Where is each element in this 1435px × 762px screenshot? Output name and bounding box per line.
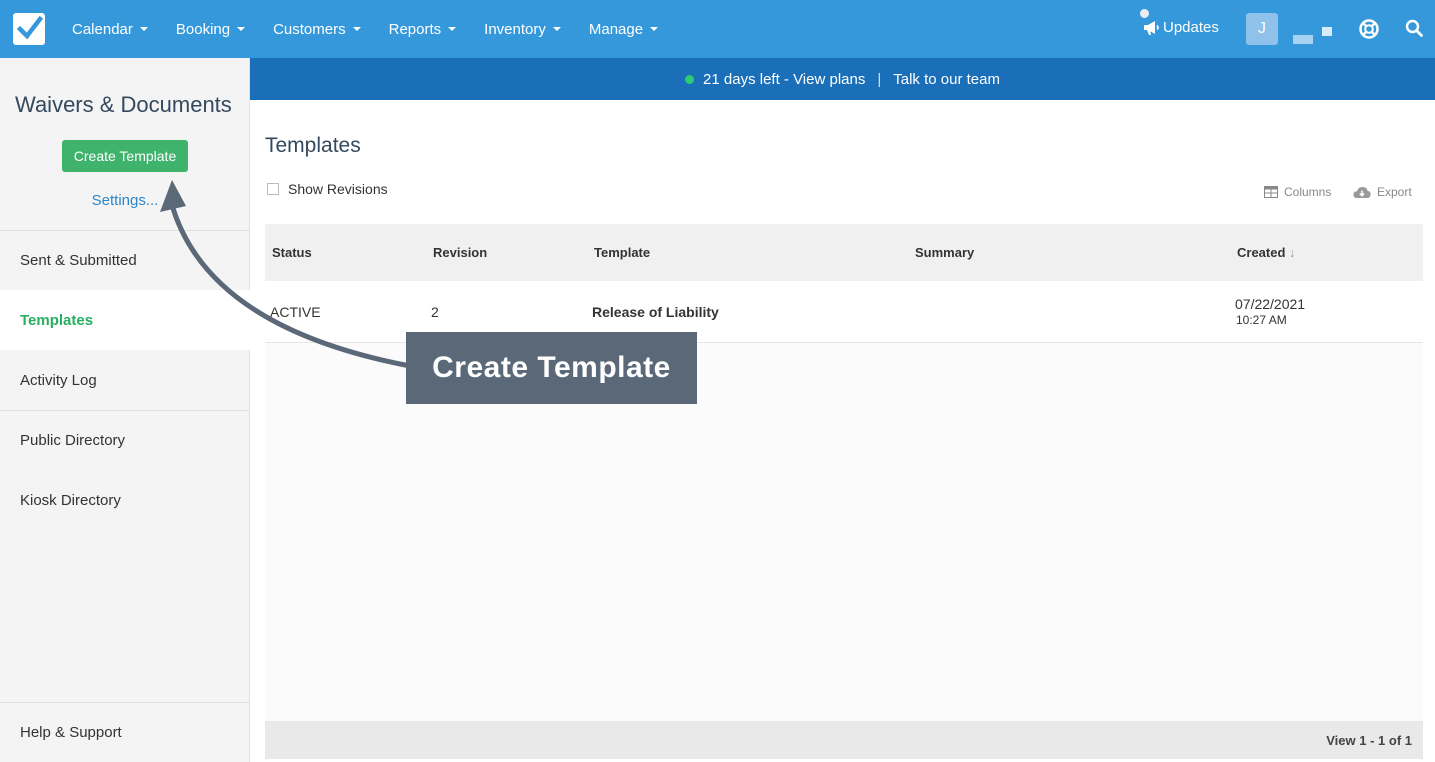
- table-footer: View 1 - 1 of 1: [265, 721, 1423, 759]
- nav-manage[interactable]: Manage: [588, 20, 659, 38]
- settings-link[interactable]: Settings...: [0, 192, 250, 209]
- column-header-created[interactable]: Created ↓: [1237, 245, 1296, 260]
- columns-label: Columns: [1284, 185, 1332, 199]
- cell-created-time: 10:27 AM: [1236, 313, 1287, 327]
- table-header: Status Revision Template Summary Created…: [265, 224, 1423, 281]
- nav-label: Reports: [388, 20, 442, 38]
- cell-revision: 2: [431, 304, 439, 320]
- column-header-summary[interactable]: Summary: [915, 245, 974, 260]
- nav-label: Calendar: [72, 20, 133, 38]
- megaphone-icon: [1144, 20, 1159, 35]
- cloud-download-icon: [1353, 186, 1371, 198]
- view-plans-link[interactable]: 21 days left - View plans: [703, 71, 865, 88]
- sidebar-nav: Sent & Submitted Templates Activity Log …: [0, 230, 250, 530]
- nav-label: Booking: [175, 20, 231, 38]
- create-template-button[interactable]: Create Template: [62, 140, 188, 172]
- cell-template-name[interactable]: Release of Liability: [592, 304, 719, 320]
- banner-separator: |: [877, 70, 882, 88]
- nav-reports[interactable]: Reports: [389, 21, 457, 38]
- export-button[interactable]: Export: [1353, 185, 1412, 199]
- sidebar-item-sent-submitted[interactable]: Sent & Submitted: [0, 230, 250, 290]
- nav-booking[interactable]: Booking: [175, 20, 246, 38]
- export-label: Export: [1377, 185, 1412, 199]
- columns-button[interactable]: Columns: [1264, 185, 1331, 199]
- caret-down-icon: [352, 27, 361, 31]
- main-menu: Calendar Booking Customers Reports Inven…: [72, 0, 686, 58]
- updates-label: Updates: [1163, 19, 1219, 36]
- nav-label: Manage: [588, 20, 644, 38]
- column-header-status[interactable]: Status: [272, 245, 312, 260]
- sidebar-item-templates[interactable]: Templates: [0, 290, 250, 350]
- notification-dot: [1140, 9, 1149, 18]
- nav-inventory[interactable]: Inventory: [484, 21, 561, 38]
- columns-icon: [1264, 186, 1278, 198]
- sidebar-title: Waivers & Documents: [15, 92, 232, 117]
- sidebar-item-help-support[interactable]: Help & Support: [0, 702, 250, 762]
- status-dot-icon: [685, 74, 695, 84]
- column-header-revision[interactable]: Revision: [433, 245, 487, 260]
- sidebar: Waivers & Documents Create Template Sett…: [0, 58, 250, 762]
- column-header-template[interactable]: Template: [594, 245, 650, 260]
- talk-to-team-link[interactable]: Talk to our team: [893, 71, 1000, 88]
- cell-status: ACTIVE: [270, 304, 321, 320]
- user-avatar[interactable]: J: [1246, 13, 1278, 45]
- caret-down-icon: [237, 27, 246, 31]
- nav-calendar[interactable]: Calendar: [72, 21, 148, 38]
- show-revisions-checkbox[interactable]: [267, 183, 279, 195]
- show-revisions-label: Show Revisions: [288, 181, 388, 197]
- annotation-callout: Create Template: [406, 332, 697, 404]
- cell-created-date: 07/22/2021: [1235, 296, 1306, 312]
- caret-down-icon: [552, 27, 561, 31]
- caret-down-icon: [139, 27, 148, 31]
- nav-label: Inventory: [484, 20, 546, 38]
- page-title: Templates: [265, 134, 361, 157]
- top-navbar: Calendar Booking Customers Reports Inven…: [0, 0, 1435, 58]
- caret-down-icon: [448, 27, 457, 31]
- sidebar-item-activity-log[interactable]: Activity Log: [0, 350, 250, 410]
- lifebuoy-help-icon[interactable]: [1358, 18, 1380, 45]
- sidebar-item-public-directory[interactable]: Public Directory: [0, 410, 250, 470]
- show-revisions-toggle[interactable]: Show Revisions: [267, 181, 388, 197]
- nav-label: Customers: [273, 20, 346, 38]
- caret-down-icon: [650, 27, 659, 31]
- pagination-info: View 1 - 1 of 1: [1326, 733, 1412, 748]
- updates-button[interactable]: Updates: [1140, 9, 1219, 36]
- checkbox-logo-icon[interactable]: [13, 13, 45, 45]
- search-icon[interactable]: [1405, 19, 1423, 42]
- created-header-label: Created: [1237, 245, 1286, 260]
- nav-customers[interactable]: Customers: [273, 21, 361, 38]
- trial-banner: 21 days left - View plans | Talk to our …: [250, 58, 1435, 100]
- sidebar-item-kiosk-directory[interactable]: Kiosk Directory: [0, 470, 250, 530]
- sort-down-icon: ↓: [1289, 245, 1296, 260]
